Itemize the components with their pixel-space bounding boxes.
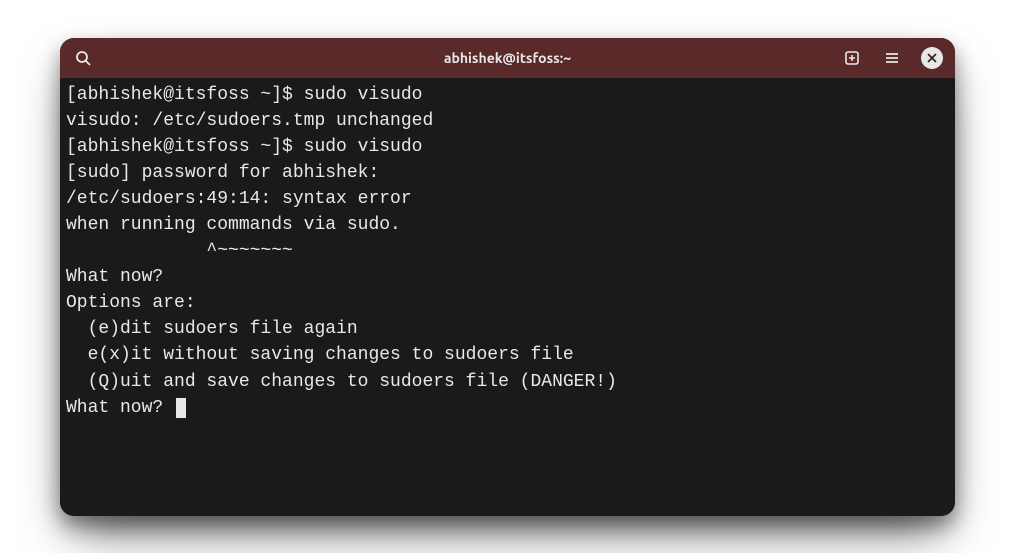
terminal-line: when running commands via sudo. [66,212,949,238]
search-icon[interactable] [72,47,94,69]
terminal-line: What now? [66,264,949,290]
close-icon[interactable] [921,47,943,69]
hamburger-menu-icon[interactable] [881,47,903,69]
terminal-line: visudo: /etc/sudoers.tmp unchanged [66,108,949,134]
terminal-line: (Q)uit and save changes to sudoers file … [66,369,949,395]
terminal-output[interactable]: [abhishek@itsfoss ~]$ sudo visudo visudo… [60,78,955,516]
terminal-line: [abhishek@itsfoss ~]$ sudo visudo [66,134,949,160]
titlebar: abhishek@itsfoss:~ [60,38,955,78]
window-title: abhishek@itsfoss:~ [444,50,571,66]
cursor [176,398,186,418]
terminal-prompt-line: What now? [66,395,949,421]
terminal-line: e(x)it without saving changes to sudoers… [66,342,949,368]
terminal-line: Options are: [66,290,949,316]
new-tab-icon[interactable] [841,47,863,69]
terminal-line: ^~~~~~~~ [66,238,949,264]
terminal-line: (e)dit sudoers file again [66,316,949,342]
terminal-prompt: What now? [66,398,174,418]
terminal-line: [sudo] password for abhishek: [66,160,949,186]
terminal-line: [abhishek@itsfoss ~]$ sudo visudo [66,82,949,108]
terminal-window: abhishek@itsfoss:~ [60,38,955,516]
terminal-line: /etc/sudoers:49:14: syntax error [66,186,949,212]
